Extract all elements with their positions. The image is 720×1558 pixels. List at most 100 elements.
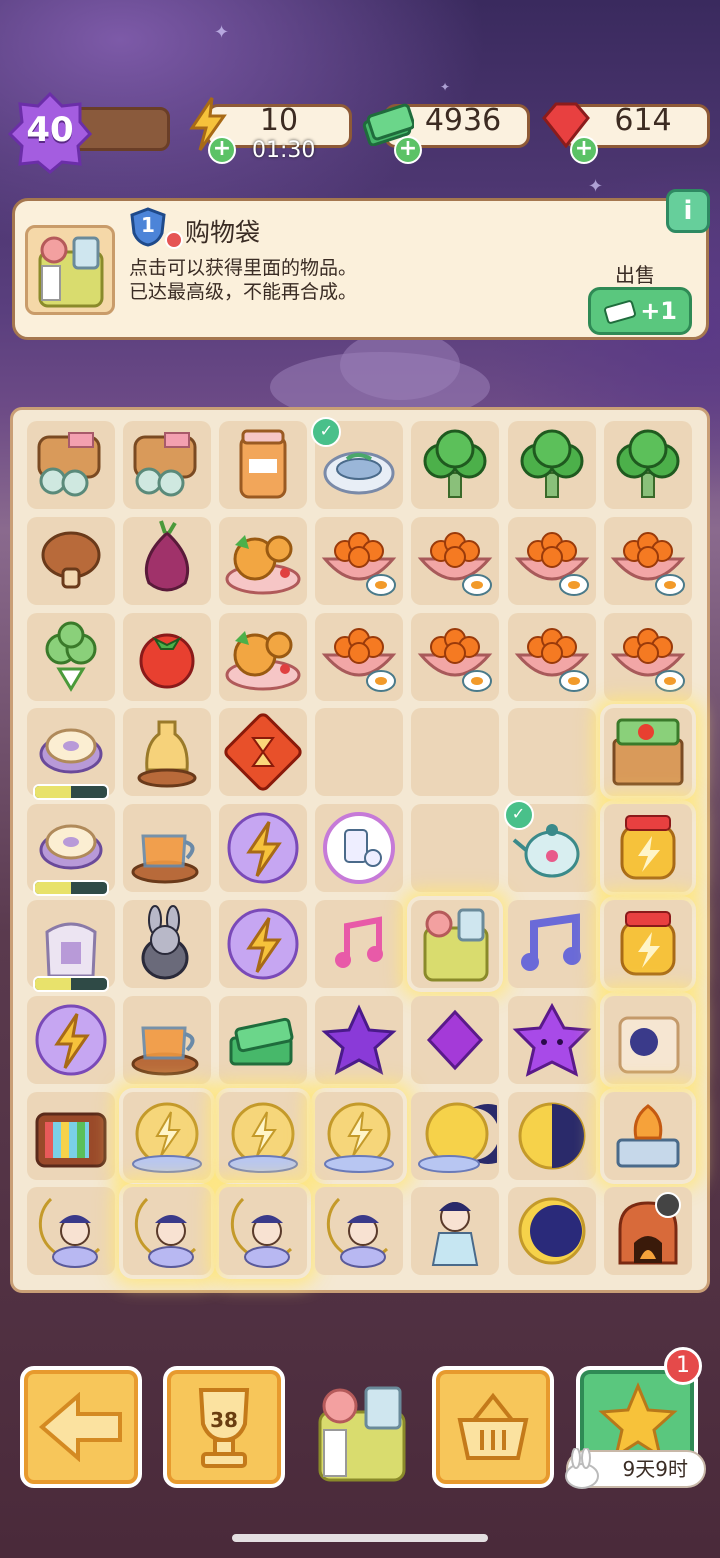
add-energy-icon[interactable]: +	[208, 136, 236, 164]
milk-bubble-icon[interactable]	[315, 804, 403, 892]
broccoli-icon[interactable]	[411, 421, 499, 509]
moon-half-icon[interactable]	[508, 1092, 596, 1180]
board-cell[interactable]	[123, 421, 212, 509]
board-cell[interactable]	[315, 900, 404, 988]
fairy-chest-icon[interactable]	[604, 996, 692, 1084]
board-cell[interactable]	[27, 612, 115, 701]
board-cell[interactable]	[27, 421, 115, 509]
orange-egg-bowl-icon[interactable]	[508, 517, 596, 605]
hourglass-token-icon[interactable]	[219, 708, 307, 796]
board-cell[interactable]	[27, 516, 115, 605]
home-indicator[interactable]	[232, 1534, 488, 1542]
board-cell[interactable]	[603, 612, 692, 701]
tv-generator-icon[interactable]	[27, 1092, 115, 1180]
golden-energy-cloud-icon[interactable]	[315, 1092, 403, 1180]
board-cell[interactable]	[411, 1091, 500, 1180]
board-cell[interactable]	[219, 900, 308, 988]
fairy-moon-icon[interactable]	[315, 1187, 403, 1275]
board-cell[interactable]	[507, 1091, 596, 1180]
board-cell[interactable]	[219, 995, 308, 1084]
mushroom-icon[interactable]	[27, 517, 115, 605]
board-cell[interactable]	[603, 995, 692, 1084]
board-cell[interactable]	[411, 900, 500, 988]
board-cell[interactable]: ✓	[503, 800, 596, 893]
orange-egg-bowl-icon[interactable]	[604, 613, 692, 701]
board-cell[interactable]	[315, 995, 404, 1084]
sell-button[interactable]: +1	[588, 287, 692, 335]
basket-button[interactable]	[432, 1366, 554, 1488]
cauliflower-icon[interactable]	[27, 613, 115, 701]
fairy-moon-icon[interactable]	[219, 1187, 307, 1275]
board-cell[interactable]	[123, 995, 212, 1084]
board-cell[interactable]	[27, 1091, 115, 1180]
moon-cloud-icon[interactable]	[411, 1092, 499, 1180]
board-cell[interactable]	[123, 900, 212, 988]
donut-generator-icon[interactable]	[27, 804, 115, 892]
board-cell[interactable]	[27, 900, 115, 992]
moon-crescent-icon[interactable]	[508, 1187, 596, 1275]
board-cell[interactable]	[27, 995, 115, 1084]
energy-bubble-icon[interactable]	[219, 900, 307, 988]
board-cell[interactable]	[219, 804, 308, 893]
board-cell[interactable]	[123, 612, 212, 701]
energy-jar-icon[interactable]	[604, 900, 692, 988]
golden-energy-cloud-icon[interactable]	[123, 1092, 211, 1180]
board-cell[interactable]	[603, 708, 692, 797]
board-cell[interactable]	[315, 516, 404, 605]
board-cell[interactable]	[507, 421, 596, 509]
star-face-purple-icon[interactable]	[508, 996, 596, 1084]
teapot-glass-icon[interactable]	[123, 996, 211, 1084]
board-cell[interactable]	[603, 421, 692, 509]
golden-energy-cloud-icon[interactable]	[219, 1092, 307, 1180]
clay-oven-icon[interactable]	[604, 1187, 692, 1275]
music-note-blue-icon[interactable]	[508, 900, 596, 988]
add-gem-icon[interactable]: +	[570, 136, 598, 164]
mooncake-plate-icon[interactable]	[219, 613, 307, 701]
fairy-moon-icon[interactable]	[27, 1187, 115, 1275]
shopping-bag-icon[interactable]	[411, 900, 499, 988]
orange-egg-bowl-icon[interactable]	[315, 517, 403, 605]
energy-jar-icon[interactable]	[604, 804, 692, 892]
back-button[interactable]	[20, 1366, 142, 1488]
board-cell[interactable]	[27, 708, 115, 801]
board-cell[interactable]	[315, 804, 404, 893]
board-cell[interactable]	[603, 1187, 692, 1276]
board-cell[interactable]	[315, 1091, 404, 1180]
board-cell[interactable]	[219, 708, 308, 797]
board-cell[interactable]	[123, 1187, 212, 1276]
board-cell[interactable]	[123, 1091, 212, 1180]
board-cell[interactable]	[27, 1187, 115, 1276]
vegetable-crate-icon[interactable]	[604, 708, 692, 796]
board-cell[interactable]	[219, 516, 308, 605]
cash-pile-icon[interactable]	[219, 996, 307, 1084]
board-cell[interactable]	[219, 1091, 308, 1180]
orange-egg-bowl-icon[interactable]	[604, 517, 692, 605]
onion-icon[interactable]	[123, 517, 211, 605]
teapot-glass-icon[interactable]	[123, 804, 211, 892]
board-cell[interactable]	[411, 708, 500, 797]
tomato-icon[interactable]	[123, 613, 211, 701]
fairy-moon-icon[interactable]	[123, 1187, 211, 1275]
rabbit-chef-icon[interactable]	[123, 900, 211, 988]
board-cell[interactable]	[507, 612, 596, 701]
board-cell[interactable]	[411, 995, 500, 1084]
board-cell[interactable]	[507, 995, 596, 1084]
broccoli-icon[interactable]	[508, 421, 596, 509]
donut-generator-icon[interactable]	[27, 708, 115, 796]
toast-eggs-icon[interactable]	[123, 421, 211, 509]
shopping-bag-pickup[interactable]	[306, 1378, 418, 1486]
board-cell[interactable]	[315, 612, 404, 701]
orange-egg-bowl-icon[interactable]	[411, 613, 499, 701]
board-cell[interactable]	[315, 1187, 404, 1276]
toast-eggs-icon[interactable]	[27, 421, 115, 509]
board-cell[interactable]	[603, 1091, 692, 1180]
oil-bottle-icon[interactable]	[123, 708, 211, 796]
fairy-girl-icon[interactable]	[411, 1187, 499, 1275]
orange-egg-bowl-icon[interactable]	[315, 613, 403, 701]
board-cell[interactable]	[507, 1187, 596, 1276]
broccoli-icon[interactable]	[604, 421, 692, 509]
board-cell[interactable]	[219, 421, 308, 509]
energy-bubble-icon[interactable]	[219, 804, 307, 892]
jar-rousong-icon[interactable]	[219, 421, 307, 509]
board-cell[interactable]	[411, 421, 500, 509]
